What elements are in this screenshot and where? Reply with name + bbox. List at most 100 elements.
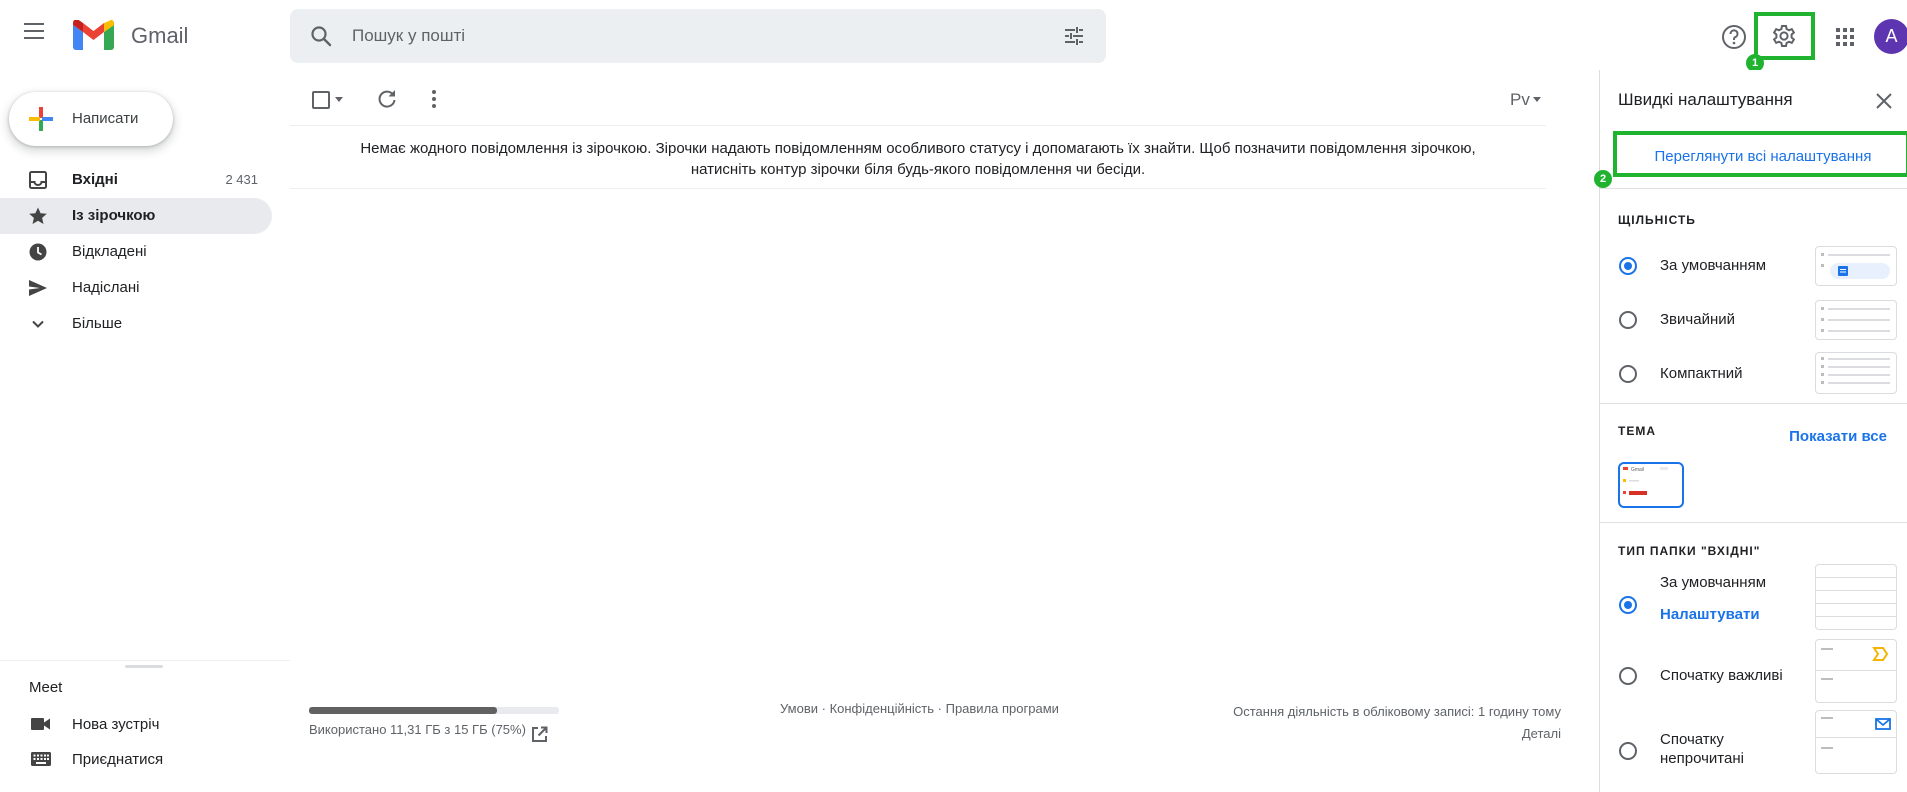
inbox-icon <box>29 171 47 189</box>
inbox-count: 2 431 <box>225 172 258 187</box>
inbox-type-radio[interactable] <box>1619 742 1637 760</box>
configure-inbox-link[interactable]: Налаштувати <box>1660 606 1760 623</box>
help-icon[interactable] <box>1721 24 1747 50</box>
inbox-type-radio[interactable] <box>1619 596 1637 614</box>
star-icon <box>29 207 47 224</box>
empty-message-line: Немає жодного повідомлення із зірочкою. … <box>360 140 1476 157</box>
privacy-link[interactable]: Конфіденційність <box>830 701 934 716</box>
sidebar-nav: Вхідні 2 431 Із зірочкою Відкладені Наді… <box>0 162 272 342</box>
density-radio[interactable] <box>1619 257 1637 275</box>
search-icon[interactable] <box>309 24 333 48</box>
density-option-label: Звичайний <box>1660 311 1735 328</box>
terms-link[interactable]: Умови <box>780 701 818 716</box>
main-menu-button[interactable] <box>24 23 44 39</box>
meet-section-title: Meet <box>29 679 63 696</box>
sidebar-item-snoozed[interactable]: Відкладені <box>0 234 272 270</box>
density-comfortable-preview <box>1815 300 1897 340</box>
message-divider <box>290 188 1546 189</box>
input-tools-indicator[interactable]: Рv <box>1510 90 1530 110</box>
important-marker-icon <box>1816 647 1896 680</box>
search-bar <box>290 9 1106 63</box>
sidebar-item-sent[interactable]: Надіслані <box>0 270 272 306</box>
refresh-icon[interactable] <box>376 88 398 110</box>
meet-new-meeting[interactable]: Нова зустріч <box>0 707 272 741</box>
inbox-type-unread-preview <box>1815 710 1897 774</box>
density-compact-preview-image <box>1821 357 1890 384</box>
meet-item-label: Приєднатися <box>72 751 164 768</box>
sidebar-item-label: Надіслані <box>72 279 140 296</box>
send-icon <box>29 280 47 296</box>
last-activity-text: Остання діяльність в обліковому записі: … <box>1233 704 1561 719</box>
manage-storage-icon[interactable] <box>531 726 548 743</box>
density-compact-preview <box>1815 352 1897 394</box>
inbox-type-default-preview <box>1815 564 1897 630</box>
program-policies-link[interactable]: Правила програми <box>946 701 1059 716</box>
footer-links: Умови · Конфіденційність · Правила прогр… <box>780 701 1059 716</box>
google-apps-icon[interactable] <box>1835 27 1855 47</box>
inbox-type-default-preview-image <box>1816 577 1896 617</box>
sidebar-item-more[interactable]: Більше <box>0 306 272 342</box>
inbox-type-important-preview <box>1815 639 1897 703</box>
empty-message-line: натисніть контур зірочки біля будь-якого… <box>690 161 1146 178</box>
theme-preview-logo-text: Gmail <box>1631 467 1644 473</box>
search-input[interactable] <box>352 22 1032 50</box>
storage-usage-bar <box>309 707 559 714</box>
select-options-arrow-icon[interactable] <box>335 97 343 102</box>
sidebar-item-label: Відкладені <box>72 243 147 260</box>
panel-divider <box>1600 403 1907 404</box>
theme-preview[interactable]: Gmail <box>1618 462 1684 508</box>
sidebar-item-inbox[interactable]: Вхідні 2 431 <box>0 162 272 198</box>
density-option-label: Компактний <box>1660 365 1743 382</box>
close-icon[interactable] <box>1875 92 1893 110</box>
sidebar-item-label: Вхідні <box>72 171 118 188</box>
density-comfortable-preview-image <box>1821 307 1890 332</box>
account-activity: Остання діяльність в обліковому записі: … <box>1233 701 1561 745</box>
density-radio[interactable] <box>1619 311 1637 329</box>
density-radio[interactable] <box>1619 365 1637 383</box>
panel-divider <box>1600 522 1907 523</box>
toolbar-divider <box>290 125 1546 126</box>
density-option-label: За умовчанням <box>1660 257 1767 274</box>
activity-details-link[interactable]: Деталі <box>1233 723 1561 745</box>
gmail-wordmark: Gmail <box>131 23 189 48</box>
sidebar-item-starred[interactable]: Із зірочкою <box>0 198 272 234</box>
account-avatar[interactable]: A <box>1874 19 1907 54</box>
unread-envelope-icon <box>1816 717 1896 749</box>
sidebar-divider <box>0 660 290 661</box>
meet-item-label: Нова зустріч <box>72 716 160 733</box>
quick-settings-title: Швидкі налаштування <box>1618 90 1793 109</box>
footer-separator: · <box>934 701 946 716</box>
message-toolbar: Рv <box>290 70 1546 126</box>
compose-button[interactable]: Написати <box>9 92 173 146</box>
menu-icon-bar <box>24 23 44 25</box>
video-camera-icon <box>31 718 50 730</box>
annotation-badge-2: 2 <box>1594 170 1612 188</box>
compose-label: Написати <box>72 110 139 127</box>
select-all-checkbox[interactable] <box>312 91 330 109</box>
inbox-type-radio[interactable] <box>1619 667 1637 685</box>
quick-settings-panel: Швидкі налаштування Переглянути всі нала… <box>1599 70 1907 792</box>
meet-resize-handle[interactable] <box>125 665 163 668</box>
density-section-title: ЩІЛЬНІСТЬ <box>1618 213 1696 227</box>
input-tools-arrow-icon[interactable] <box>1533 97 1541 102</box>
footer-separator: · <box>818 701 830 716</box>
sidebar-item-label: Із зірочкою <box>72 207 156 224</box>
sidebar-item-label: Більше <box>72 315 123 332</box>
menu-icon-bar <box>24 37 44 39</box>
empty-starred-message: Немає жодного повідомлення із зірочкою. … <box>290 138 1546 180</box>
show-all-themes-link[interactable]: Показати все <box>1789 428 1887 445</box>
inbox-type-option-label: За умовчанням <box>1660 574 1767 591</box>
keyboard-icon <box>31 752 51 766</box>
density-default-preview <box>1815 246 1897 286</box>
chevron-down-icon <box>32 320 44 328</box>
density-default-preview-image <box>1821 253 1890 279</box>
more-options-icon[interactable] <box>423 88 445 110</box>
search-options-icon[interactable] <box>1062 24 1086 48</box>
inbox-type-section-title: ТИП ПАПКИ "ВХІДНІ" <box>1618 544 1761 558</box>
top-bar: Gmail 1 A <box>0 0 1907 72</box>
see-all-settings-button[interactable]: Переглянути всі налаштування <box>1618 142 1907 172</box>
settings-gear-icon[interactable] <box>1770 22 1798 50</box>
compose-plus-icon <box>29 107 53 131</box>
gmail-logo-icon[interactable] <box>73 20 114 50</box>
meet-join[interactable]: Приєднатися <box>0 742 272 776</box>
